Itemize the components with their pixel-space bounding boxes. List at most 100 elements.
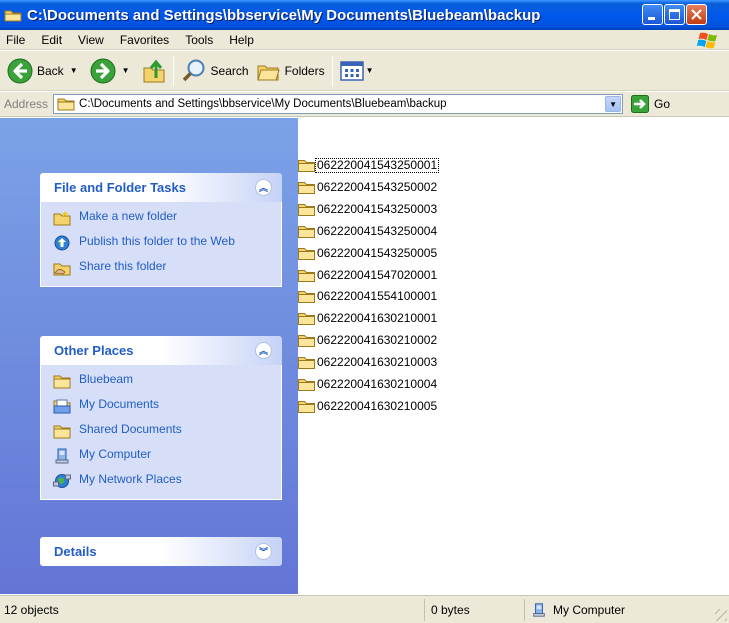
file-item[interactable]: 062220041630210004 xyxy=(298,377,438,392)
resize-grip[interactable] xyxy=(715,609,727,621)
folder-icon xyxy=(57,98,75,111)
folder-icon xyxy=(4,10,22,22)
views-icon xyxy=(339,60,364,81)
file-item[interactable]: 062220041630210003 xyxy=(298,355,438,370)
place-bluebeam[interactable]: Bluebeam xyxy=(53,373,271,389)
forward-button[interactable]: ▼ xyxy=(87,54,133,88)
folder-icon xyxy=(53,375,71,389)
folder-icon xyxy=(298,203,315,216)
panel-title: File and Folder Tasks xyxy=(54,180,186,195)
task-publish-folder[interactable]: Publish this folder to the Web xyxy=(53,235,271,251)
folder-icon xyxy=(298,269,315,282)
address-dropdown-button[interactable]: ▼ xyxy=(605,96,622,112)
file-name: 062220041543250001 xyxy=(314,158,440,173)
folder-icon xyxy=(298,160,315,172)
network-places-icon xyxy=(53,474,71,488)
place-label: My Network Places xyxy=(79,472,182,486)
menu-help[interactable]: Help xyxy=(221,33,262,47)
file-item[interactable]: 062220041543250005 xyxy=(298,246,438,261)
publish-web-icon xyxy=(54,235,70,251)
menu-file[interactable]: File xyxy=(0,33,33,47)
share-folder-icon xyxy=(53,263,71,276)
file-item[interactable]: 062220041547020001 xyxy=(298,268,438,283)
collapse-icon[interactable]: ︽ xyxy=(255,342,272,359)
address-field[interactable]: C:\Documents and Settings\bbservice\My D… xyxy=(53,94,624,114)
minimize-button[interactable] xyxy=(642,4,663,25)
file-item[interactable]: 062220041630210002 xyxy=(298,333,438,348)
address-label: Address xyxy=(4,97,49,111)
go-label: Go xyxy=(654,97,671,111)
menu-favorites[interactable]: Favorites xyxy=(112,33,177,47)
file-name: 062220041547020001 xyxy=(317,267,438,282)
file-item[interactable]: 062220041554100001 xyxy=(298,289,438,304)
chevron-down-icon[interactable]: ▼ xyxy=(366,66,374,75)
place-my-network-places[interactable]: My Network Places xyxy=(53,473,271,489)
back-button[interactable]: Back ▼ xyxy=(4,54,81,88)
search-icon xyxy=(182,59,205,81)
folder-icon xyxy=(53,425,71,439)
go-button[interactable]: Go xyxy=(631,95,670,113)
close-icon xyxy=(691,9,702,20)
other-places-header[interactable]: Other Places ︽ xyxy=(40,336,282,365)
folders-button[interactable]: Folders xyxy=(252,54,328,88)
panel-title: Other Places xyxy=(54,343,134,358)
file-name: 062220041630210003 xyxy=(317,355,438,370)
file-name: 062220041543250003 xyxy=(317,201,438,216)
folders-icon xyxy=(256,65,280,80)
task-label: Publish this folder to the Web xyxy=(79,234,235,248)
folder-icon xyxy=(298,400,315,413)
place-label: Shared Documents xyxy=(79,422,182,436)
status-zone-label: My Computer xyxy=(553,603,626,617)
task-make-new-folder[interactable]: Make a new folder xyxy=(53,210,271,226)
folder-icon xyxy=(298,291,315,304)
folder-icon xyxy=(298,247,315,260)
title-bar[interactable]: C:\Documents and Settings\bbservice\My D… xyxy=(0,0,729,30)
file-item[interactable]: 062220041543250003 xyxy=(298,202,438,217)
file-name: 062220041543250002 xyxy=(317,179,438,194)
windows-logo-icon xyxy=(697,32,717,49)
up-folder-icon xyxy=(143,59,165,82)
expand-icon[interactable]: ︾ xyxy=(255,543,272,560)
panel-title: Details xyxy=(54,544,97,559)
file-folder-tasks-header[interactable]: File and Folder Tasks ︽ xyxy=(40,173,282,202)
address-value: C:\Documents and Settings\bbservice\My D… xyxy=(79,98,447,110)
task-pane: File and Folder Tasks ︽ Make a new folde… xyxy=(0,118,298,594)
file-item[interactable]: 062220041543250004 xyxy=(298,224,438,239)
task-share-folder[interactable]: Share this folder xyxy=(53,260,271,276)
chevron-down-icon[interactable]: ▼ xyxy=(122,66,130,75)
folder-icon xyxy=(298,313,315,326)
place-shared-documents[interactable]: Shared Documents xyxy=(53,423,271,439)
place-my-documents[interactable]: My Documents xyxy=(53,398,271,414)
other-places-panel: Other Places ︽ Bluebeam My Documents Sha… xyxy=(40,336,282,500)
place-my-computer[interactable]: My Computer xyxy=(53,448,271,464)
details-header[interactable]: Details ︾ xyxy=(40,537,282,566)
maximize-button[interactable] xyxy=(664,4,685,25)
file-item[interactable]: 062220041630210001 xyxy=(298,311,438,326)
folder-icon xyxy=(298,225,315,238)
file-name: 062220041630210001 xyxy=(317,311,438,326)
back-arrow-icon xyxy=(7,58,33,83)
new-folder-icon xyxy=(53,211,71,226)
search-button[interactable]: Search xyxy=(178,54,252,88)
address-bar: Address C:\Documents and Settings\bbserv… xyxy=(0,92,729,117)
file-item[interactable]: 062220041630210005 xyxy=(298,399,438,414)
menu-view[interactable]: View xyxy=(70,33,112,47)
go-arrow-icon xyxy=(631,95,650,113)
menu-tools[interactable]: Tools xyxy=(177,33,221,47)
status-zone: My Computer xyxy=(524,599,704,621)
file-name: 062220041630210004 xyxy=(317,377,438,391)
maximize-icon xyxy=(669,9,680,20)
search-label: Search xyxy=(210,63,249,78)
folder-icon xyxy=(298,181,315,194)
close-button[interactable] xyxy=(686,4,707,25)
views-button[interactable]: ▼ xyxy=(337,54,377,88)
up-folder-button[interactable] xyxy=(139,54,169,88)
place-label: My Documents xyxy=(79,397,160,411)
status-size: 0 bytes xyxy=(424,599,524,621)
menu-edit[interactable]: Edit xyxy=(33,33,70,47)
chevron-down-icon[interactable]: ▼ xyxy=(70,66,78,75)
file-folder-tasks-panel: File and Folder Tasks ︽ Make a new folde… xyxy=(40,173,282,287)
file-item[interactable]: 062220041543250002 xyxy=(298,180,438,195)
collapse-icon[interactable]: ︽ xyxy=(255,179,272,196)
file-item[interactable]: 062220041543250001 xyxy=(298,158,440,173)
